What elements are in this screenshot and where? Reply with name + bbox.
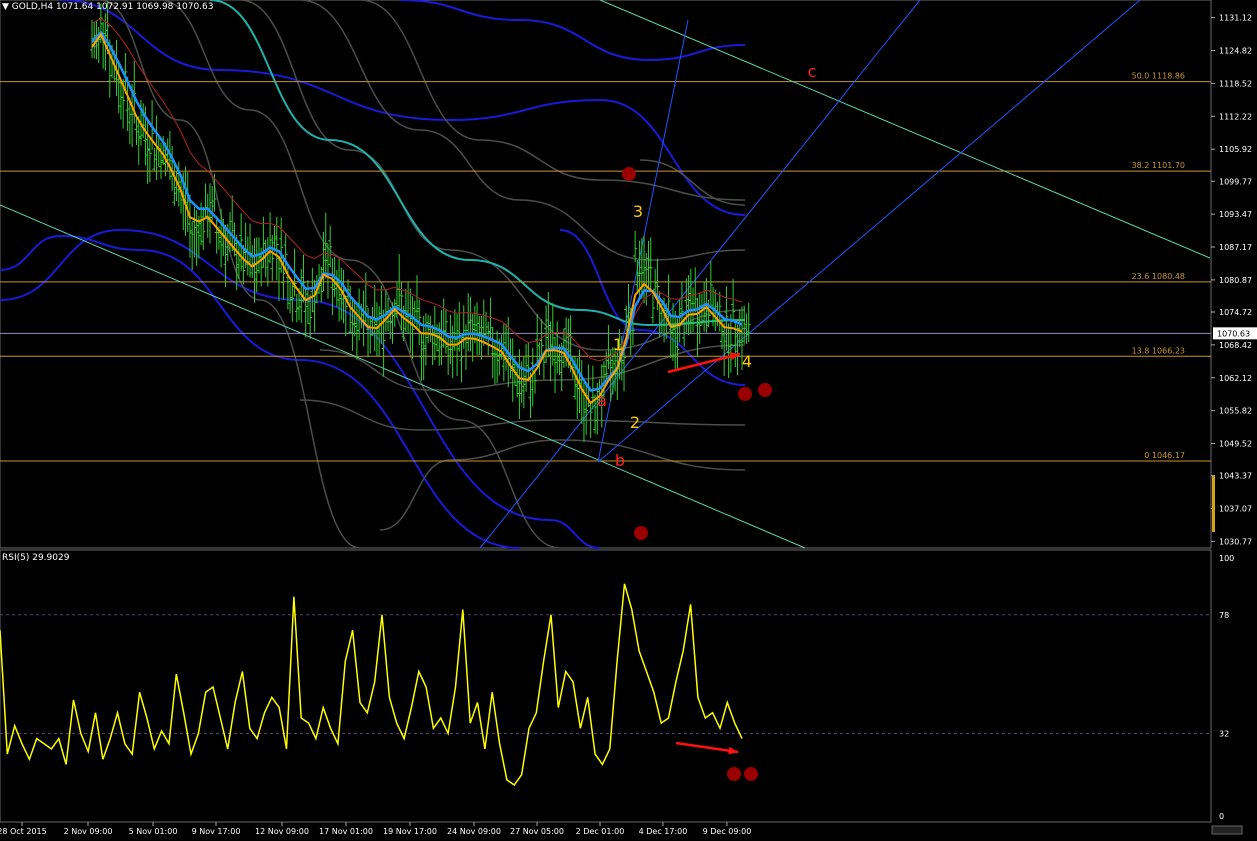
ohlc-label: 1071.64 1072.91 1069.98 1070.63 (56, 2, 214, 12)
symbol-header: ▼ GOLD,H4 1071.64 1072.91 1069.98 1070.6… (2, 2, 213, 12)
volume-bar (1212, 476, 1215, 532)
y-tick-label: 1043.37 (1219, 472, 1252, 481)
x-tick-label: 4 Dec 17:00 (639, 827, 688, 836)
price-chart[interactable]: 50.0 1118.86 38.2 1101.70 23.6 1080.48 13.8… (0, 0, 1257, 837)
x-tick-label: 27 Nov 05:00 (510, 827, 564, 836)
x-tick-label: 19 Nov 17:00 (383, 827, 437, 836)
y-tick-label: 1030.77 (1219, 537, 1252, 546)
marker-dot (758, 383, 772, 397)
rsi-panel (0, 549, 1212, 823)
wave-label-1: 1 (613, 335, 623, 354)
y-tick-label: 1093.47 (1219, 210, 1252, 219)
scroll-marker (1211, 825, 1243, 835)
fib-level-label: 23.6 1080.48 (1132, 272, 1185, 281)
rsi-marker-dot (727, 767, 741, 781)
y-tick-label: 1049.52 (1219, 440, 1252, 449)
marker-dot (634, 526, 648, 540)
y-tick-label: 1037.07 (1219, 504, 1252, 513)
y-tick-label: 1062.12 (1219, 374, 1252, 383)
x-tick-label: 9 Dec 09:00 (703, 827, 752, 836)
x-tick-label: 2 Nov 09:00 (64, 827, 113, 836)
x-tick-label: 17 Nov 01:00 (319, 827, 373, 836)
wave-label-4: 4 (742, 352, 752, 371)
y-tick-label: 1099.77 (1219, 177, 1252, 186)
rsi-label: RSI(5) 29.9029 (2, 553, 70, 563)
x-tick-label: 5 Nov 01:00 (129, 827, 178, 836)
wave-label-a: a (597, 391, 607, 410)
x-tick-label: 9 Nov 17:00 (192, 827, 241, 836)
y-tick-label: 1074.72 (1219, 308, 1252, 317)
fib-level-label: 0 1046.17 (1144, 451, 1185, 460)
marker-dot (622, 167, 636, 181)
wave-label-b: b (615, 451, 625, 470)
rsi-header: RSI(5) 29.9029 (2, 553, 69, 563)
current-price-tag-label: 1070.63 (1217, 329, 1250, 338)
rsi-tick-label: 0 (1219, 812, 1224, 821)
x-tick-label: 24 Nov 09:00 (447, 827, 501, 836)
wave-label-c: c (808, 62, 817, 81)
rsi-tick-label: 32 (1219, 729, 1229, 738)
x-tick-label: 2 Dec 01:00 (576, 827, 625, 836)
y-tick-label: 1080.87 (1219, 276, 1252, 285)
rsi-tick-label: 100 (1219, 554, 1234, 563)
marker-dot (738, 387, 752, 401)
wave-label-2: 2 (630, 413, 640, 432)
y-tick-label: 1112.22 (1219, 112, 1252, 121)
fib-level-label: 13.8 1066.23 (1132, 346, 1185, 355)
rsi-marker-dot (744, 767, 758, 781)
y-tick-label: 1131.12 (1219, 14, 1252, 23)
fib-level-label: 38.2 1101.70 (1132, 161, 1185, 170)
rsi-frame (0, 549, 1212, 823)
main-frame (0, 0, 1212, 549)
y-tick-label: 1118.52 (1219, 79, 1252, 88)
x-tick-label: 28 Oct 2015 (0, 827, 47, 836)
chart-window[interactable]: 50.0 1118.86 38.2 1101.70 23.6 1080.48 13.8… (0, 0, 1257, 837)
y-tick-label: 1068.42 (1219, 341, 1252, 350)
rsi-tick-label: 78 (1219, 611, 1229, 620)
dropdown-triangle-icon[interactable]: ▼ (2, 2, 9, 12)
y-tick-label: 1055.82 (1219, 407, 1252, 416)
x-tick-label: 12 Nov 09:00 (255, 827, 309, 836)
y-tick-label: 1087.17 (1219, 243, 1252, 252)
symbol-label: GOLD,H4 (11, 2, 54, 12)
y-tick-label: 1105.92 (1219, 145, 1252, 154)
y-tick-label: 1124.82 (1219, 47, 1252, 56)
main-panel: 50.0 1118.86 38.2 1101.70 23.6 1080.48 13.8… (0, 0, 1212, 549)
wave-label-3: 3 (633, 202, 643, 221)
fib-level-label: 50.0 1118.86 (1132, 72, 1185, 81)
